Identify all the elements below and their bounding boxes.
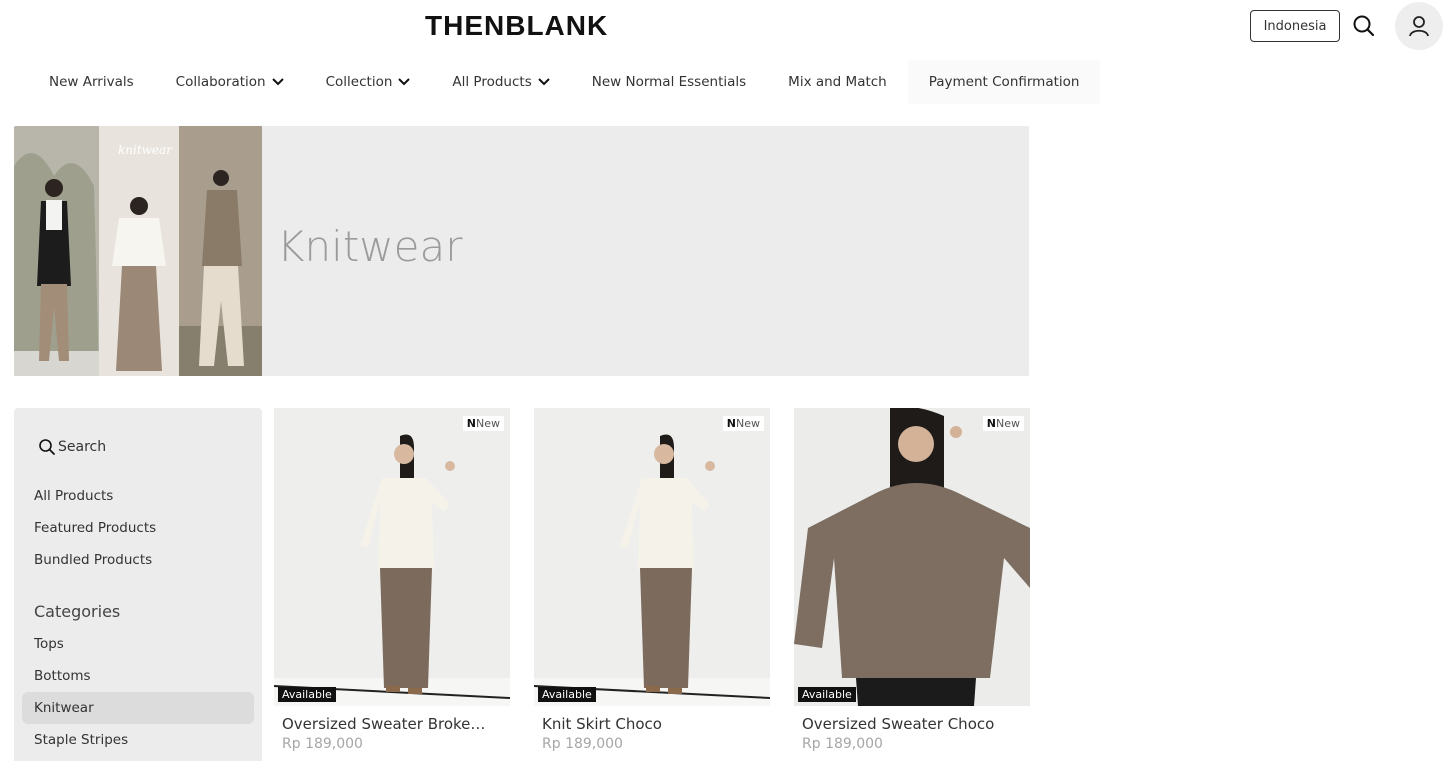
chevron-down-icon (398, 78, 411, 86)
availability-badge: Available (538, 687, 596, 702)
brand-logo[interactable]: THENBLANK (425, 10, 608, 42)
new-badge: NNew (462, 416, 504, 431)
nav-label: Collection (325, 74, 393, 90)
sidebar-category-staple-stripes[interactable]: Staple Stripes (34, 732, 128, 748)
product-image[interactable]: NNew Available (274, 408, 510, 706)
chevron-down-icon (538, 78, 550, 86)
product-image[interactable]: NNew Available (794, 408, 1030, 706)
product-image[interactable]: NNew Available (534, 408, 770, 706)
new-badge: NNew (722, 416, 764, 431)
chevron-down-icon (271, 78, 284, 86)
nav-label: Payment Confirmation (928, 74, 1080, 90)
nav-label: Mix and Match (788, 74, 887, 90)
main-navigation: New Arrivals Collaboration Collection Al… (28, 60, 1101, 104)
banner-image: knitwear (14, 126, 262, 376)
nav-new-normal-essentials[interactable]: New Normal Essentials (571, 60, 767, 104)
product-name[interactable]: Knit Skirt Choco (534, 715, 754, 733)
nav-collection[interactable]: Collection (305, 60, 432, 104)
availability-badge: Available (798, 687, 856, 702)
product-name[interactable]: Oversized Sweater Choco (794, 715, 1014, 733)
banner-image-text: knitwear (118, 143, 173, 157)
product-card[interactable]: NNew Available Oversized Sweater Broken … (274, 408, 510, 752)
product-card[interactable]: NNew Available Knit Skirt Choco Rp 189,0… (534, 408, 770, 752)
product-price: Rp 189,000 (542, 736, 623, 752)
sidebar-category-tops[interactable]: Tops (34, 636, 64, 652)
new-badge-label: New (476, 417, 500, 430)
new-badge-label: New (736, 417, 760, 430)
new-badge-label: New (996, 417, 1020, 430)
product-card[interactable]: NNew Available Oversized Sweater Choco R… (794, 408, 1030, 752)
search-icon[interactable] (1350, 12, 1378, 40)
nav-collaboration[interactable]: Collaboration (155, 60, 305, 104)
filter-sidebar: Search All Products Featured Products Bu… (14, 408, 262, 761)
nav-label: Collaboration (175, 74, 266, 90)
categories-heading: Categories (34, 602, 121, 621)
nav-label: All Products (452, 74, 532, 90)
sidebar-category-knitwear[interactable]: Knitwear (34, 700, 94, 716)
sidebar-link-all-products[interactable]: All Products (34, 488, 113, 504)
sidebar-link-featured-products[interactable]: Featured Products (34, 520, 156, 536)
nav-label: New Normal Essentials (591, 74, 747, 90)
sidebar-link-bundled-products[interactable]: Bundled Products (34, 552, 152, 568)
product-price: Rp 189,000 (802, 736, 883, 752)
category-banner: knitwear Knitwear (14, 126, 1029, 376)
new-badge: NNew (982, 416, 1024, 431)
nav-payment-confirmation[interactable]: Payment Confirmation (907, 60, 1101, 104)
nav-label: New Arrivals (49, 74, 134, 90)
region-selector-button[interactable]: Indonesia (1250, 10, 1340, 42)
new-badge-letter: N (986, 417, 996, 430)
page-title: Knitwear (277, 222, 463, 271)
product-name[interactable]: Oversized Sweater Broken ... (274, 715, 494, 733)
sidebar-search-button[interactable]: Search (38, 438, 106, 456)
sidebar-search-label: Search (58, 439, 107, 455)
nav-mix-and-match[interactable]: Mix and Match (767, 60, 908, 104)
new-badge-letter: N (726, 417, 736, 430)
product-price: Rp 189,000 (282, 736, 363, 752)
user-icon[interactable] (1395, 2, 1443, 50)
top-bar: THENBLANK Indonesia (0, 0, 1449, 56)
new-badge-letter: N (466, 417, 476, 430)
availability-badge: Available (278, 687, 336, 702)
sidebar-category-bottoms[interactable]: Bottoms (34, 668, 91, 684)
search-icon (39, 439, 55, 455)
nav-new-arrivals[interactable]: New Arrivals (28, 60, 155, 104)
nav-all-products[interactable]: All Products (431, 60, 570, 104)
